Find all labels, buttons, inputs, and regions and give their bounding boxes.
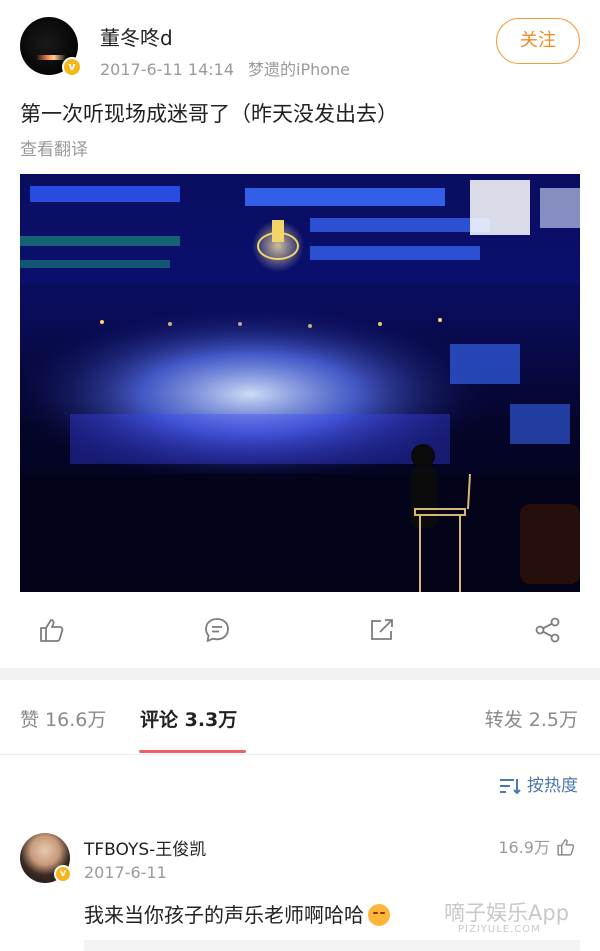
comment-text: 我来当你孩子的声乐老师啊哈哈: [84, 899, 390, 928]
thumbs-up-icon[interactable]: [38, 616, 66, 644]
avatar-glow: [36, 55, 66, 60]
tab-likes[interactable]: 赞 16.6万: [20, 705, 106, 732]
post-timestamp: 2017-6-11 14:14: [100, 60, 234, 79]
comment-avatar[interactable]: v: [20, 833, 72, 883]
translate-link[interactable]: 查看翻译: [20, 135, 88, 160]
thumbs-up-icon: [557, 839, 575, 856]
sort-icon: [500, 779, 521, 795]
sort-label: 按热度: [527, 776, 578, 796]
author-name[interactable]: 董冬咚d: [100, 22, 173, 51]
post-meta: 2017-6-11 14:14 梦遗的iPhone: [100, 56, 350, 80]
post-text: 第一次听现场成迷哥了（昨天没发出去）: [20, 102, 398, 126]
tab-reposts[interactable]: 转发 2.5万: [485, 705, 578, 732]
verified-badge: v: [62, 57, 82, 77]
watermark: 嘀子娱乐App: [444, 901, 570, 925]
share-icon[interactable]: [534, 616, 562, 644]
sort-by-hot-button[interactable]: 按热度: [499, 771, 578, 796]
repost-icon[interactable]: [368, 616, 396, 644]
concert-scene: [20, 174, 580, 592]
comment-verified-badge: v: [54, 865, 72, 883]
author-avatar[interactable]: v: [20, 17, 82, 77]
action-bar: [0, 606, 600, 656]
post-source: 梦遗的iPhone: [248, 60, 351, 79]
smirk-emoji-icon: [368, 904, 390, 926]
reply-preview[interactable]: [84, 940, 580, 951]
comment-body: 我来当你孩子的声乐老师啊哈哈: [84, 903, 364, 927]
watermark-sub: PIZIYULE.COM: [458, 924, 541, 935]
comment-username[interactable]: TFBOYS-王俊凯: [84, 835, 206, 860]
tab-comments[interactable]: 评论 3.3万: [140, 705, 237, 732]
comment-icon[interactable]: [203, 616, 231, 644]
comment-date: 2017-6-11: [84, 863, 167, 882]
comment-like-button[interactable]: 16.9万: [498, 834, 576, 858]
tabs-divider: [0, 754, 600, 755]
section-separator: [0, 668, 600, 680]
comment-like-count: 16.9万: [498, 838, 550, 857]
post-photo[interactable]: [20, 174, 580, 592]
active-tab-indicator: [139, 750, 246, 753]
follow-button[interactable]: 关注: [496, 18, 580, 64]
